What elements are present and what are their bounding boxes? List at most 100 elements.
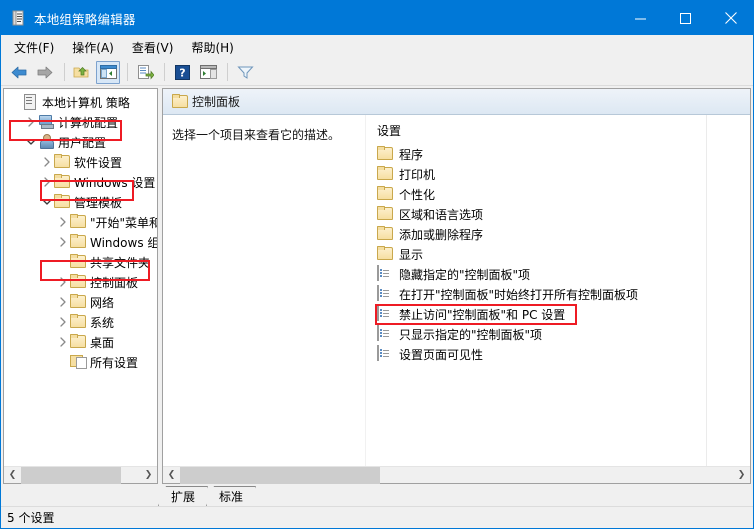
tree-node-label: 管理模板 — [74, 195, 123, 210]
close-button[interactable] — [708, 1, 753, 35]
chevron-right-icon[interactable] — [40, 152, 54, 172]
settings-list-item-label: 只显示指定的"控制面板"项 — [399, 327, 543, 342]
tree-node[interactable]: "开始"菜单和 — [4, 212, 157, 232]
settings-list-item[interactable]: 打印机 — [366, 164, 750, 184]
policy-tree[interactable]: 本地计算机 策略计算机配置用户配置软件设置 Windows 设置管理模板 "开始"菜… — [4, 89, 157, 466]
folder-icon — [70, 334, 86, 350]
view-tabs: 扩展 标准 — [1, 484, 753, 506]
chevron-right-icon[interactable] — [56, 232, 70, 252]
settings-list-item[interactable]: 隐藏指定的"控制面板"项 — [366, 264, 750, 284]
settings-list[interactable]: 设置 程序 打印机 个性化 区域和语言选项 添加或删除程序 显示 隐藏指定的"控制面板"项在… — [366, 115, 750, 466]
description-panel: 选择一个项目来查看它的描述。 — [163, 115, 366, 466]
settings-pane-title: 控制面板 — [192, 95, 241, 109]
tree-hscroll-track[interactable] — [21, 466, 140, 484]
settings-list-item[interactable]: 区域和语言选项 — [366, 204, 750, 224]
tree-node[interactable]: Windows 组 — [4, 232, 157, 252]
settings-hscroll-thumb[interactable] — [180, 466, 380, 484]
folder-icon — [54, 154, 70, 170]
tree-node[interactable]: 控制面板 — [4, 272, 157, 292]
tree-node-label: 计算机配置 — [58, 115, 119, 130]
show-hide-tree-icon[interactable] — [96, 60, 120, 84]
chevron-down-icon[interactable] — [24, 132, 38, 152]
menu-file[interactable]: 文件(F) — [5, 36, 63, 59]
menu-help[interactable]: 帮助(H) — [182, 36, 242, 59]
folder-icon — [377, 246, 393, 262]
tree-hscroll-left-arrow[interactable]: ❮ — [4, 467, 21, 484]
tree-node-label: 系统 — [90, 315, 115, 330]
chevron-right-icon[interactable] — [56, 292, 70, 312]
show-action-pane-icon[interactable] — [196, 61, 220, 84]
statusbar-text: 5 个设置 — [7, 511, 55, 525]
chevron-right-icon[interactable] — [40, 172, 54, 192]
chevron-down-icon[interactable] — [40, 192, 54, 212]
up-one-level-icon[interactable] — [70, 61, 94, 84]
chevron-right-icon[interactable] — [56, 212, 70, 232]
chevron-right-icon[interactable] — [56, 312, 70, 332]
user-icon — [38, 134, 54, 150]
tree-node[interactable]: 网络 — [4, 292, 157, 312]
chevron-right-icon[interactable] — [24, 112, 38, 132]
settings-list-item[interactable]: 显示 — [366, 244, 750, 264]
tree-node[interactable]: 系统 — [4, 312, 157, 332]
folder-icon — [377, 226, 393, 242]
minimize-button[interactable] — [618, 1, 663, 35]
tree-node[interactable]: 管理模板 — [4, 192, 157, 212]
settings-list-item[interactable]: 程序 — [366, 144, 750, 164]
back-icon[interactable] — [7, 61, 31, 84]
help-icon[interactable]: ? — [170, 61, 194, 84]
tree-node[interactable]: 本地计算机 策略 — [4, 92, 157, 112]
tree-hscrollbar[interactable]: ❮ ❯ — [4, 466, 157, 484]
tree-node-label: "开始"菜单和 — [90, 215, 157, 230]
tab-extended[interactable]: 扩展 — [158, 486, 208, 506]
policy-setting-icon — [377, 265, 393, 282]
chevron-right-icon[interactable] — [56, 272, 70, 292]
settings-list-item-label: 打印机 — [399, 167, 436, 182]
settings-list-item[interactable]: 个性化 — [366, 184, 750, 204]
tree-hscroll-right-arrow[interactable]: ❯ — [140, 467, 157, 484]
tab-extended-label: 扩展 — [171, 490, 196, 504]
content-area: 本地计算机 策略计算机配置用户配置软件设置 Windows 设置管理模板 "开始"菜… — [1, 86, 753, 484]
tree-node[interactable]: 共享文件夹 — [4, 252, 157, 272]
folder-icon — [54, 194, 70, 210]
settings-list-item-label: 设置页面可见性 — [399, 347, 484, 362]
toolbar-separator — [164, 63, 165, 81]
tree-node[interactable]: 所有设置 — [4, 352, 157, 372]
window-controls — [618, 1, 753, 35]
toolbar: ? — [1, 59, 753, 86]
settings-hscroll-track[interactable] — [180, 466, 733, 484]
chevron-right-icon[interactable] — [56, 332, 70, 352]
export-list-icon[interactable] — [133, 61, 157, 84]
tree-node-label: 软件设置 — [74, 155, 123, 170]
tree-node[interactable]: 计算机配置 — [4, 112, 157, 132]
folder-icon — [54, 174, 70, 190]
policy-scroll-icon — [10, 10, 26, 26]
settings-list-item[interactable]: 设置页面可见性 — [366, 344, 750, 364]
settings-list-item[interactable]: 禁止访问"控制面板"和 PC 设置 — [366, 304, 750, 324]
maximize-button[interactable] — [663, 1, 708, 35]
folder-icon — [377, 146, 393, 162]
menu-view[interactable]: 查看(V) — [123, 36, 183, 59]
settings-hscroll-right-arrow[interactable]: ❯ — [733, 467, 750, 484]
tree-hscroll-thumb[interactable] — [21, 466, 121, 484]
settings-list-item[interactable]: 添加或删除程序 — [366, 224, 750, 244]
settings-hscrollbar[interactable]: ❮ ❯ — [163, 466, 750, 484]
tree-node[interactable]: 软件设置 — [4, 152, 157, 172]
tab-standard-label: 标准 — [219, 490, 244, 504]
tree-node[interactable]: Windows 设置 — [4, 172, 157, 192]
window-title: 本地组策略编辑器 — [34, 11, 136, 27]
settings-list-item[interactable]: 只显示指定的"控制面板"项 — [366, 324, 750, 344]
tree-node[interactable]: 用户配置 — [4, 132, 157, 152]
folder-icon — [377, 166, 393, 182]
filter-icon[interactable] — [233, 61, 257, 84]
settings-hscroll-left-arrow[interactable]: ❮ — [163, 467, 180, 484]
settings-pane-header: 控制面板 — [163, 89, 750, 115]
tree-node[interactable]: 桌面 — [4, 332, 157, 352]
menubar: 文件(F) 操作(A) 查看(V) 帮助(H) — [1, 35, 753, 59]
tab-standard[interactable]: 标准 — [206, 486, 256, 506]
tree-node-label: 控制面板 — [90, 275, 139, 290]
toolbar-separator — [127, 63, 128, 81]
menu-action[interactable]: 操作(A) — [63, 36, 123, 59]
settings-list-item[interactable]: 在打开"控制面板"时始终打开所有控制面板项 — [366, 284, 750, 304]
forward-icon[interactable] — [33, 61, 57, 84]
